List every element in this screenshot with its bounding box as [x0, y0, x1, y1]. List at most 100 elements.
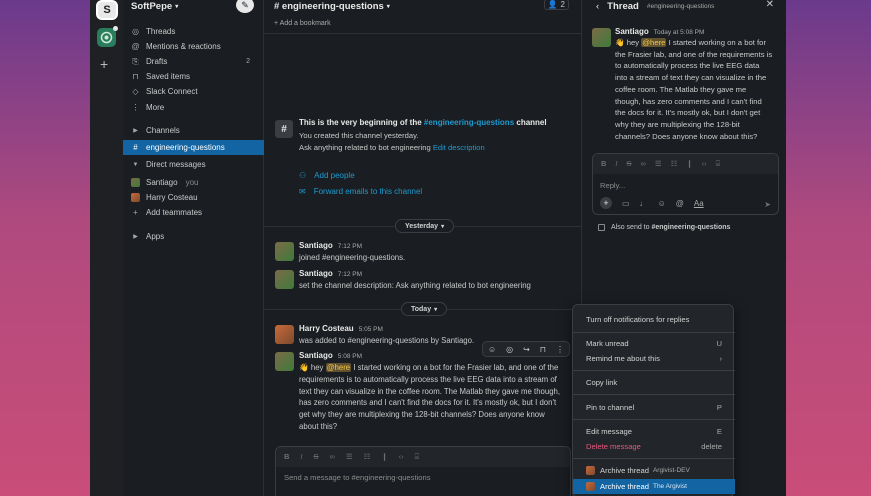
- add-person-icon: ⚇: [299, 171, 307, 180]
- menu-copy-link[interactable]: Copy link: [573, 375, 735, 390]
- plus-icon[interactable]: +: [600, 197, 612, 209]
- message-author[interactable]: Santiago 7:12 PM: [299, 241, 362, 250]
- menu-pin-to-channel[interactable]: Pin to channel P: [573, 400, 735, 415]
- workspace-2-icon[interactable]: [97, 26, 118, 47]
- italic-icon[interactable]: I: [300, 452, 302, 462]
- bold-icon[interactable]: B: [284, 452, 289, 462]
- sidebar-item-mentions[interactable]: @ Mentions & reactions: [123, 39, 264, 54]
- menu-archive-thread[interactable]: Archive thread The Argivist: [573, 479, 735, 494]
- chevron-down-icon: ▾: [386, 3, 390, 10]
- strikethrough-icon[interactable]: S: [627, 159, 632, 169]
- message-author[interactable]: Harry Costeau 5:05 PM: [299, 324, 383, 333]
- microphone-icon[interactable]: ♩: [640, 199, 648, 208]
- reply-composer[interactable]: B I S ∞ ☰ ☷ ❙ ‹› ⌸ Reply... + ▭ ♩ ☺ @ Aa…: [592, 153, 779, 215]
- bold-icon[interactable]: B: [601, 159, 606, 169]
- emoji-icon[interactable]: ☺: [658, 199, 666, 208]
- channels-section-header[interactable]: ▶ Channels: [123, 123, 264, 138]
- menu-remind-me[interactable]: Remind me about this ›: [573, 351, 735, 366]
- mention-icon[interactable]: @: [676, 199, 684, 208]
- menu-delete-message[interactable]: Delete message delete: [573, 439, 735, 454]
- back-icon[interactable]: ‹: [596, 1, 599, 12]
- ordered-list-icon[interactable]: ☰: [655, 159, 662, 169]
- menu-mark-unread[interactable]: Mark unread U: [573, 336, 735, 351]
- bullet-list-icon[interactable]: ☷: [364, 452, 371, 462]
- members-button[interactable]: 👤 2: [543, 0, 569, 10]
- created-text: You created this channel yesterday.: [299, 131, 419, 140]
- message-time[interactable]: 7:12 PM: [338, 271, 362, 278]
- dm-harry-costeau[interactable]: Harry Costeau: [123, 190, 264, 205]
- here-mention[interactable]: @here: [641, 38, 667, 47]
- video-icon[interactable]: ▭: [622, 199, 630, 208]
- menu-turn-off-notifications[interactable]: Turn off notifications for replies: [573, 312, 735, 327]
- message-line: channels? Does anyone know about this?: [615, 131, 758, 141]
- dm-section-header[interactable]: ▼ Direct messages: [123, 157, 264, 172]
- message-author[interactable]: Santiago 7:12 PM: [299, 269, 362, 278]
- bullet-list-icon[interactable]: ☷: [671, 159, 678, 169]
- ordered-list-icon[interactable]: ☰: [346, 452, 353, 462]
- message-author[interactable]: Santiago Today at 5:08 PM: [615, 27, 704, 36]
- code-block-icon[interactable]: ⌸: [415, 452, 420, 462]
- sidebar-item-engineering-questions[interactable]: # engineering-questions: [123, 140, 264, 155]
- sidebar-item-more[interactable]: ⋮ More: [123, 100, 264, 115]
- add-teammates[interactable]: + Add teammates: [123, 205, 264, 220]
- message-time[interactable]: 5:05 PM: [359, 326, 383, 333]
- close-icon[interactable]: ✕: [766, 0, 774, 10]
- also-send-checkbox[interactable]: [598, 224, 605, 231]
- avatar[interactable]: [592, 28, 611, 47]
- link-icon[interactable]: ∞: [330, 452, 335, 462]
- avatar[interactable]: [275, 270, 294, 289]
- message-author[interactable]: Santiago 5:08 PM: [299, 351, 362, 360]
- sidebar-item-label: Drafts: [146, 57, 168, 66]
- add-people-button[interactable]: ⚇ Add people: [299, 171, 355, 180]
- message-composer[interactable]: B I S ∞ ☰ ☷ ❙ ‹› ⌸ Send a message to #en…: [275, 446, 571, 496]
- add-workspace-button[interactable]: +: [100, 56, 108, 72]
- blockquote-icon[interactable]: ❙: [686, 159, 692, 169]
- message-time[interactable]: 5:08 PM: [338, 353, 362, 360]
- message-time[interactable]: Today at 5:08 PM: [654, 29, 705, 36]
- code-icon[interactable]: ‹›: [702, 159, 707, 169]
- code-block-icon[interactable]: ⌸: [716, 159, 721, 169]
- code-icon[interactable]: ‹›: [399, 452, 404, 462]
- share-icon[interactable]: ↪: [523, 345, 530, 354]
- reply-placeholder[interactable]: Reply...: [593, 174, 778, 197]
- sidebar-item-slack-connect[interactable]: ◇ Slack Connect: [123, 84, 264, 99]
- sidebar-item-saved[interactable]: ⊓ Saved items: [123, 69, 264, 84]
- workspace-name[interactable]: SoftPepe ▾: [131, 0, 178, 12]
- workspace-softpepe-icon[interactable]: S: [96, 0, 118, 20]
- avatar[interactable]: [275, 242, 294, 261]
- channel-link[interactable]: #engineering-questions: [424, 118, 514, 127]
- here-mention[interactable]: @here: [325, 363, 352, 372]
- composer-placeholder[interactable]: Send a message to #engineering-questions: [276, 467, 570, 488]
- edit-description-link[interactable]: Edit description: [433, 143, 485, 152]
- date-divider-yesterday[interactable]: Yesterday ▾: [395, 219, 455, 233]
- apps-section-header[interactable]: ▶ Apps: [123, 229, 264, 244]
- italic-icon[interactable]: I: [615, 159, 617, 169]
- formatting-toolbar: B I S ∞ ☰ ☷ ❙ ‹› ⌸: [593, 154, 778, 174]
- add-bookmark[interactable]: + Add a bookmark: [274, 20, 331, 27]
- author-name: Santiago: [299, 269, 333, 278]
- date-divider-today[interactable]: Today ▾: [401, 302, 448, 316]
- channel-title[interactable]: # engineering-questions ▾: [264, 0, 581, 12]
- more-actions-icon[interactable]: ⋮: [556, 345, 564, 354]
- avatar[interactable]: [275, 325, 294, 344]
- thread-channel[interactable]: #engineering-questions: [647, 3, 715, 10]
- message-time[interactable]: 7:12 PM: [338, 243, 362, 250]
- forward-emails-button[interactable]: ✉ Forward emails to this channel: [299, 187, 422, 196]
- sidebar: SoftPepe ▾ ✎ ◎ Threads @ Mentions & reactio…: [123, 0, 264, 496]
- compose-button[interactable]: ✎: [236, 0, 254, 13]
- bookmark-icon[interactable]: ⊓: [540, 345, 546, 354]
- sidebar-item-threads[interactable]: ◎ Threads: [123, 24, 264, 39]
- strikethrough-icon[interactable]: S: [314, 452, 319, 462]
- also-send-to-channel[interactable]: Also send to #engineering-questions: [598, 224, 730, 231]
- reply-in-thread-icon[interactable]: ◎: [506, 345, 513, 354]
- blockquote-icon[interactable]: ❙: [381, 452, 387, 462]
- add-reaction-icon[interactable]: ☺: [488, 345, 496, 354]
- dm-santiago[interactable]: Santiago you: [123, 175, 264, 190]
- avatar[interactable]: [275, 352, 294, 371]
- text-format-icon[interactable]: Aa: [694, 199, 704, 208]
- menu-edit-message[interactable]: Edit message E: [573, 424, 735, 439]
- sidebar-item-drafts[interactable]: ⎘ Drafts 2: [123, 54, 264, 69]
- send-icon[interactable]: ➤: [764, 200, 771, 209]
- menu-archive-thread-dev[interactable]: Archive thread Argivist-DEV: [573, 463, 735, 478]
- link-icon[interactable]: ∞: [641, 159, 646, 169]
